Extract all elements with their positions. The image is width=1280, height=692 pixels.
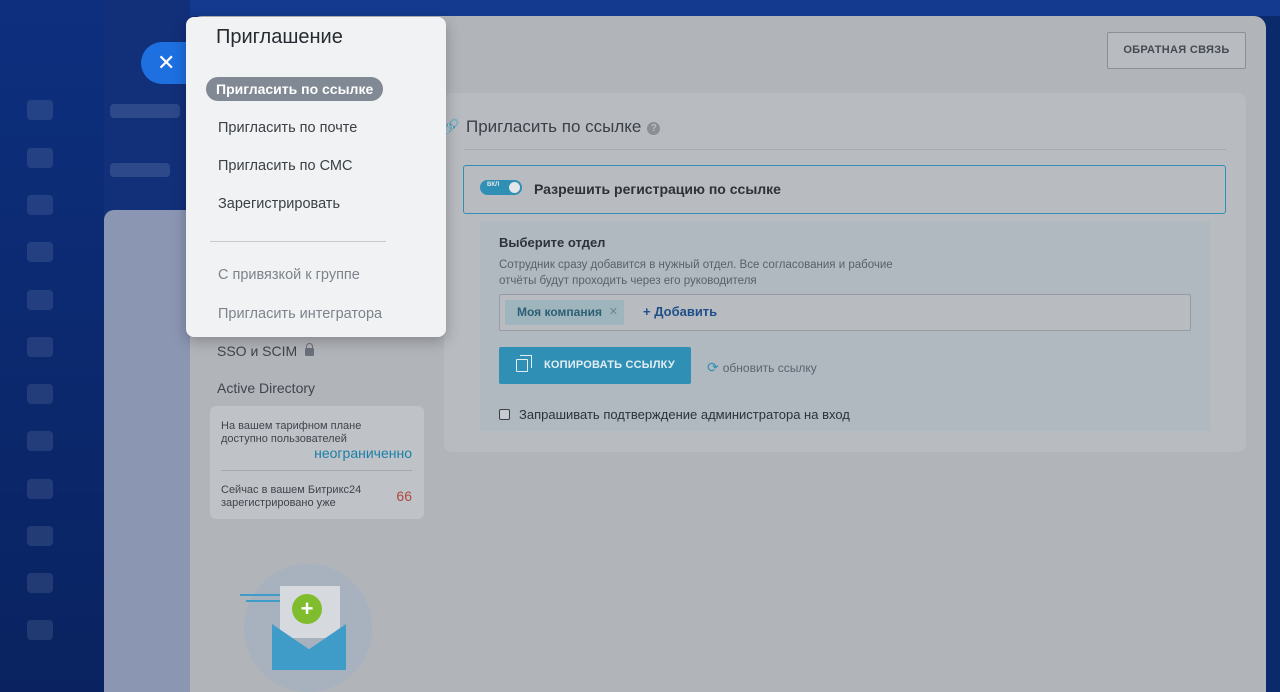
menu-item-register[interactable]: Зарегистрировать (218, 196, 340, 212)
allow-registration-label: Разрешить регистрацию по ссылке (534, 181, 781, 197)
remove-tag-icon[interactable]: ✕ (609, 300, 618, 325)
feedback-button[interactable]: ОБРАТНАЯ СВЯЗЬ (1107, 32, 1246, 69)
bg-text (110, 163, 170, 177)
nav-icon (27, 479, 53, 499)
nav-icon (27, 337, 53, 357)
sidebar-item-label: SSO и SCIM (217, 343, 298, 359)
portal-background (104, 0, 194, 692)
refresh-icon: ⟳ (707, 359, 719, 375)
invite-link-card: 🔗 Пригласить по ссылке? ВКЛ Разрешить ре… (442, 93, 1246, 452)
plan-registered-value: 66 (396, 488, 412, 504)
divider (221, 470, 412, 471)
department-tag-label: Моя компания (517, 305, 602, 319)
toggle-state-text: ВКЛ (487, 182, 500, 188)
menu-title: Приглашение (216, 26, 343, 48)
divider (464, 149, 1226, 150)
help-icon[interactable]: ? (647, 122, 661, 135)
sidebar-item-sso[interactable]: SSO и SCIM (217, 343, 315, 359)
nav-icon (27, 148, 53, 168)
nav-icon (27, 290, 53, 310)
add-department-button[interactable]: + Добавить (643, 304, 717, 319)
plan-registered-label: Сейчас в вашем Битрикс24 зарегистрирован… (221, 484, 362, 509)
nav-icon (27, 100, 53, 120)
nav-icon (27, 431, 53, 451)
nav-icon (27, 526, 53, 546)
plan-available-value: неограниченно (314, 445, 412, 461)
nav-icon (27, 620, 53, 640)
menu-item-invite-by-link[interactable]: Пригласить по ссылке (206, 77, 384, 101)
bg-text (110, 104, 180, 118)
copy-link-label: КОПИРОВАТЬ ССЫЛКУ (544, 359, 675, 371)
toggle-knob (509, 182, 520, 193)
menu-item-invite-by-sms[interactable]: Пригласить по СМС (218, 158, 352, 174)
admin-confirm-checkbox-row[interactable]: Запрашивать подтверждение администратора… (499, 407, 850, 422)
refresh-link-label: обновить ссылку (722, 361, 817, 375)
copy-link-button[interactable]: КОПИРОВАТЬ ССЫЛКУ (499, 347, 691, 384)
plus-icon: + (292, 594, 322, 624)
department-title: Выберите отдел (499, 235, 606, 250)
nav-icon (27, 573, 53, 593)
sidebar-item-active-directory[interactable]: Active Directory (217, 380, 315, 396)
menu-item-group-binding[interactable]: С привязкой к группе (218, 267, 360, 283)
admin-confirm-label: Запрашивать подтверждение администратора… (519, 407, 850, 422)
invite-type-menu: Приглашение Пригласить по ссылке Приглас… (186, 17, 446, 337)
portal-top-bar (190, 0, 1280, 16)
menu-divider (210, 241, 386, 242)
allow-registration-row: ВКЛ Разрешить регистрацию по ссылке (463, 165, 1226, 214)
nav-icon (27, 384, 53, 404)
card-title: Пригласить по ссылке (466, 117, 642, 136)
department-tag: Моя компания ✕ (505, 300, 624, 325)
plan-available-label: На вашем тарифном плане доступно пользов… (221, 420, 362, 445)
plan-info-card: На вашем тарифном плане доступно пользов… (210, 406, 424, 519)
card-header: 🔗 Пригласить по ссылке? (442, 117, 661, 137)
department-description: Сотрудник сразу добавится в нужный отдел… (499, 259, 893, 287)
bg-card (104, 210, 194, 692)
portal-left-nav (0, 0, 110, 692)
allow-registration-toggle[interactable]: ВКЛ (480, 180, 522, 195)
copy-icon (516, 355, 532, 372)
menu-item-invite-by-email[interactable]: Пригласить по почте (218, 120, 357, 136)
department-section: Выберите отдел Сотрудник сразу добавится… (480, 221, 1210, 431)
nav-icon (27, 195, 53, 215)
department-selector[interactable]: Моя компания ✕ + Добавить (499, 294, 1191, 331)
refresh-link-button[interactable]: ⟳ обновить ссылку (707, 359, 817, 376)
admin-confirm-checkbox[interactable] (499, 409, 510, 420)
menu-item-invite-integrator[interactable]: Пригласить интегратора (218, 306, 382, 322)
invite-envelope-illustration: + (240, 564, 372, 692)
lock-icon (305, 343, 315, 356)
nav-icon (27, 242, 53, 262)
close-icon: ✕ (157, 50, 176, 75)
